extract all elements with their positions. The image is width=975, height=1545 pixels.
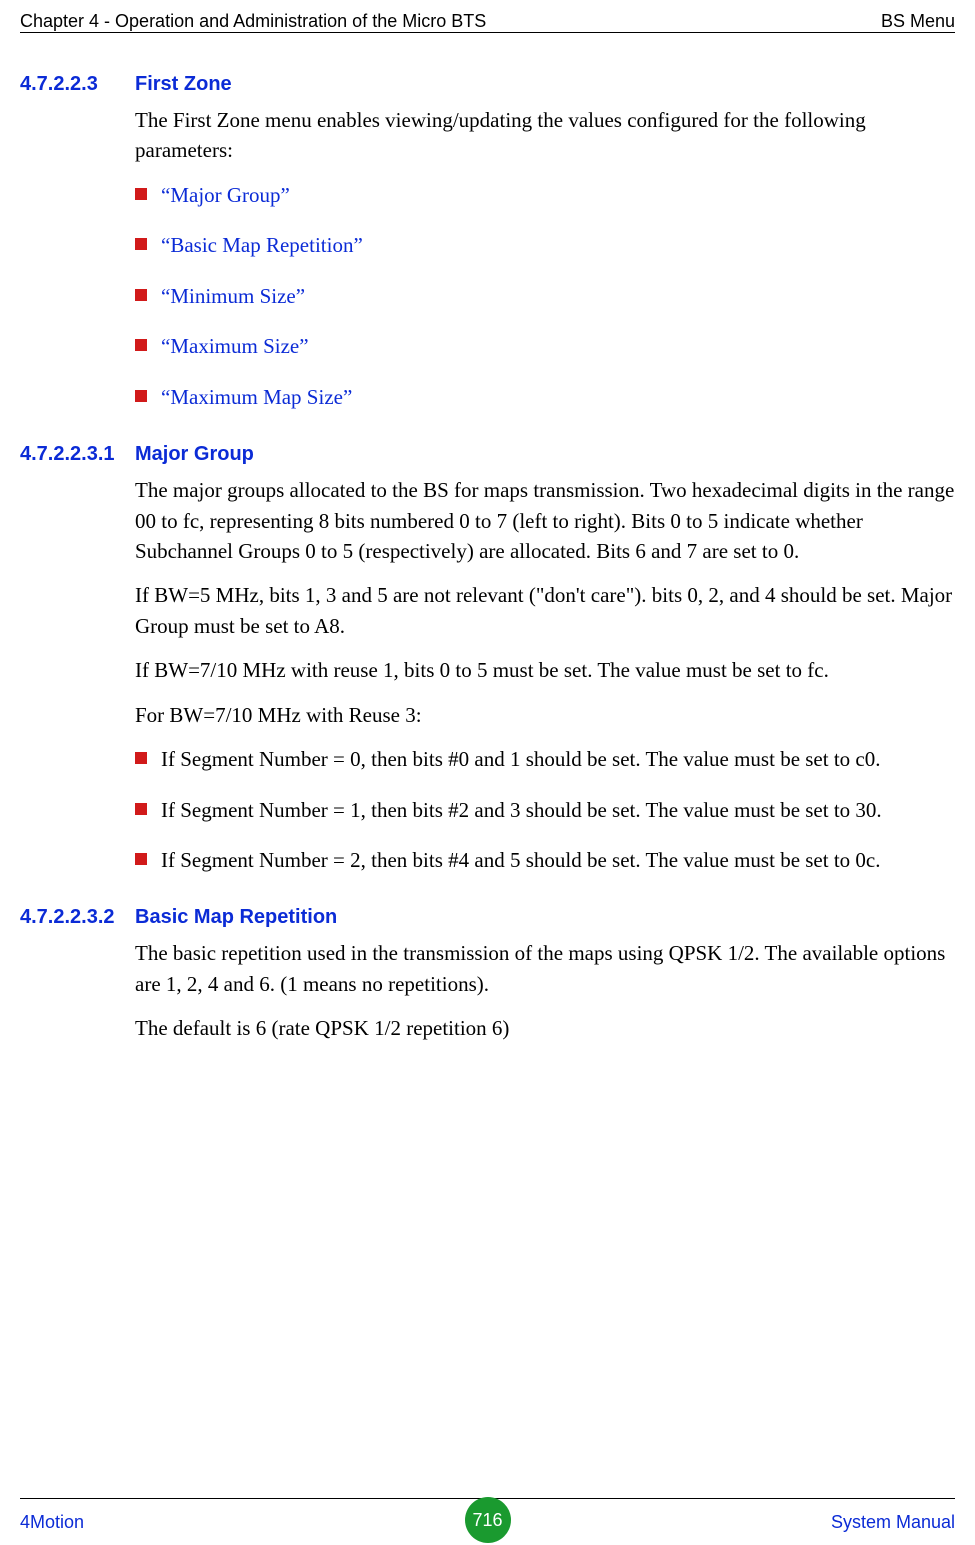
bullet-text: If Segment Number = 0, then bits #0 and …: [161, 744, 881, 774]
section-body-basic-map-repetition: The basic repetition used in the transmi…: [135, 938, 955, 1043]
link-minimum-size[interactable]: “Minimum Size”: [161, 281, 305, 311]
section-title: Basic Map Repetition: [135, 903, 337, 932]
list-item: “Major Group”: [135, 180, 955, 210]
section-body-major-group: The major groups allocated to the BS for…: [135, 475, 955, 875]
section-number: 4.7.2.2.3.1: [20, 440, 135, 469]
page: Chapter 4 - Operation and Administration…: [0, 0, 975, 1545]
link-basic-map-repetition[interactable]: “Basic Map Repetition”: [161, 230, 363, 260]
content: 4.7.2.2.3 First Zone The First Zone menu…: [20, 60, 955, 1475]
paragraph: For BW=7/10 MHz with Reuse 3:: [135, 700, 955, 730]
link-maximum-map-size[interactable]: “Maximum Map Size”: [161, 382, 352, 412]
footer-left: 4Motion: [20, 1509, 84, 1535]
bullet-square-icon: [135, 853, 147, 865]
link-maximum-size[interactable]: “Maximum Size”: [161, 331, 309, 361]
list-item: “Basic Map Repetition”: [135, 230, 955, 260]
paragraph: If BW=7/10 MHz with reuse 1, bits 0 to 5…: [135, 655, 955, 685]
section-title: First Zone: [135, 70, 232, 99]
list-item: If Segment Number = 2, then bits #4 and …: [135, 845, 955, 875]
bullet-list: “Major Group” “Basic Map Repetition” “Mi…: [135, 180, 955, 412]
bullet-square-icon: [135, 390, 147, 402]
section-number: 4.7.2.2.3: [20, 70, 135, 99]
list-item: “Minimum Size”: [135, 281, 955, 311]
list-item: If Segment Number = 1, then bits #2 and …: [135, 795, 955, 825]
section-heading-basic-map-repetition: 4.7.2.2.3.2 Basic Map Repetition: [20, 903, 955, 932]
section-heading-first-zone: 4.7.2.2.3 First Zone: [20, 70, 955, 99]
page-footer: 4Motion 716 System Manual: [20, 1505, 955, 1535]
header-left: Chapter 4 - Operation and Administration…: [20, 8, 486, 34]
header-right: BS Menu: [881, 8, 955, 34]
bullet-square-icon: [135, 752, 147, 764]
page-header: Chapter 4 - Operation and Administration…: [20, 8, 955, 34]
bullet-square-icon: [135, 188, 147, 200]
section-number: 4.7.2.2.3.2: [20, 903, 135, 932]
footer-right: System Manual: [831, 1509, 955, 1535]
bullet-list: If Segment Number = 0, then bits #0 and …: [135, 744, 955, 875]
paragraph: If BW=5 MHz, bits 1, 3 and 5 are not rel…: [135, 580, 955, 641]
bullet-text: If Segment Number = 1, then bits #2 and …: [161, 795, 882, 825]
bullet-square-icon: [135, 289, 147, 301]
list-item: “Maximum Map Size”: [135, 382, 955, 412]
section-title: Major Group: [135, 440, 254, 469]
bullet-square-icon: [135, 803, 147, 815]
paragraph: The default is 6 (rate QPSK 1/2 repetiti…: [135, 1013, 955, 1043]
list-item: “Maximum Size”: [135, 331, 955, 361]
list-item: If Segment Number = 0, then bits #0 and …: [135, 744, 955, 774]
bullet-square-icon: [135, 339, 147, 351]
bullet-square-icon: [135, 238, 147, 250]
page-number-badge: 716: [465, 1497, 511, 1543]
header-rule: [20, 32, 955, 33]
paragraph: The First Zone menu enables viewing/upda…: [135, 105, 955, 166]
bullet-text: If Segment Number = 2, then bits #4 and …: [161, 845, 881, 875]
link-major-group[interactable]: “Major Group”: [161, 180, 290, 210]
section-body-first-zone: The First Zone menu enables viewing/upda…: [135, 105, 955, 412]
paragraph: The basic repetition used in the transmi…: [135, 938, 955, 999]
section-heading-major-group: 4.7.2.2.3.1 Major Group: [20, 440, 955, 469]
paragraph: The major groups allocated to the BS for…: [135, 475, 955, 566]
